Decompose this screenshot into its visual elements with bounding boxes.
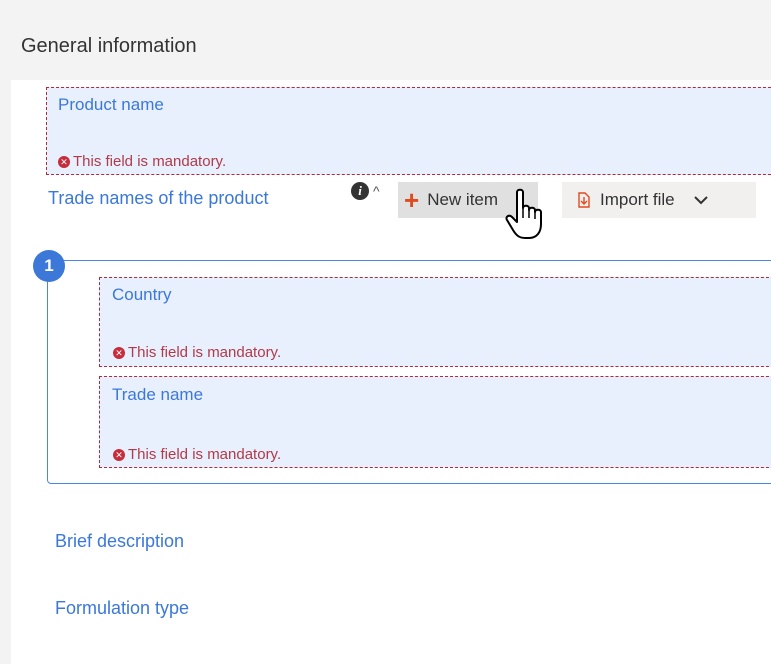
collapse-caret-icon[interactable]: ^ bbox=[373, 183, 380, 199]
country-label: Country bbox=[112, 285, 172, 304]
trade-names-label: Trade names of the product bbox=[48, 188, 269, 208]
error-circle-icon: ✕ bbox=[58, 156, 70, 168]
item-number-badge: 1 bbox=[33, 250, 65, 282]
country-error-text: This field is mandatory. bbox=[128, 344, 282, 361]
section-title: General information bbox=[21, 35, 197, 57]
brief-description-label: Brief description bbox=[55, 531, 185, 551]
country-error: ✕ This field is mandatory. bbox=[113, 344, 281, 361]
product-name-error: ✕ This field is mandatory. bbox=[58, 153, 226, 170]
product-name-error-text: This field is mandatory. bbox=[73, 153, 227, 170]
import-file-label: Import file bbox=[600, 190, 675, 209]
info-icon[interactable]: i bbox=[351, 182, 369, 200]
formulation-type-label: Formulation type bbox=[55, 598, 190, 618]
left-rail bbox=[0, 80, 11, 664]
trade-name-label: Trade name bbox=[112, 385, 204, 404]
import-file-button[interactable]: Import file bbox=[562, 182, 756, 218]
chevron-down-icon bbox=[693, 195, 709, 205]
product-name-label: Product name bbox=[58, 95, 164, 114]
trade-name-error-text: This field is mandatory. bbox=[128, 446, 282, 463]
new-item-label: New item bbox=[427, 190, 499, 209]
hand-pointer-icon bbox=[505, 188, 549, 244]
error-circle-icon: ✕ bbox=[113, 449, 125, 461]
error-circle-icon: ✕ bbox=[113, 347, 125, 359]
import-file-icon bbox=[576, 191, 592, 209]
plus-icon: + bbox=[404, 185, 420, 215]
trade-name-error: ✕ This field is mandatory. bbox=[113, 446, 281, 463]
page: General information Product name ✕ This f… bbox=[0, 0, 771, 664]
